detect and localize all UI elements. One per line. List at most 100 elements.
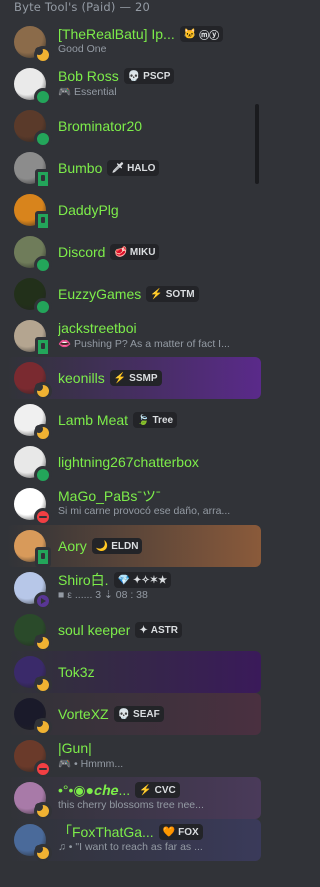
member-row[interactable]: •°•◉●𝒄𝒉𝒆... ⚡ CVC this cherry blossoms tree…	[7, 777, 261, 820]
member-name[interactable]: Bob Ross	[58, 68, 119, 84]
status-idle-icon	[34, 46, 52, 64]
avatar[interactable]	[14, 110, 52, 148]
member-activity-status: 🎮 • Hmmm...	[58, 758, 124, 770]
guild-tag-label: ✦✧✶★	[133, 574, 168, 586]
guild-tag-label: SSMP	[129, 372, 158, 384]
member-row[interactable]: Bumbo 🗡 HALO	[7, 147, 261, 189]
guild-tag-badge[interactable]: ✦ ASTR	[135, 622, 183, 638]
avatar[interactable]	[14, 362, 52, 400]
member-list: [TheRealBatu] Ip... 🐱 ⓜⓨ Good One Bob Ross 💀 P…	[0, 21, 261, 862]
member-name[interactable]: Tok3z	[58, 664, 95, 680]
avatar[interactable]	[14, 698, 52, 736]
member-row[interactable]: Lamb Meat 🍃 Tree	[7, 399, 261, 442]
member-row[interactable]: Aory 🌙 ELDN	[7, 525, 261, 567]
member-name[interactable]: DaddyPlg	[58, 202, 119, 218]
member-name[interactable]: soul keeper	[58, 622, 130, 638]
avatar[interactable]	[14, 824, 52, 862]
avatar[interactable]	[14, 194, 51, 231]
member-name[interactable]: Brominator20	[58, 118, 142, 134]
member-row[interactable]: Discord 🥩 MIKU	[7, 231, 261, 274]
member-row[interactable]: VorteXZ 💀 SEAF	[7, 693, 261, 736]
member-name[interactable]: keonills	[58, 370, 105, 386]
guild-tag-badge[interactable]: 💎 ✦✧✶★	[113, 572, 172, 588]
member-name[interactable]: Bumbo	[58, 160, 102, 176]
avatar[interactable]	[14, 488, 52, 526]
member-name[interactable]: •°•◉●𝒄𝒉𝒆...	[58, 782, 130, 799]
member-name[interactable]: lightning267chatterbox	[58, 454, 199, 470]
member-activity-status: ♫ • "I want to reach as far as ...	[58, 841, 203, 853]
avatar[interactable]	[14, 782, 52, 820]
member-name[interactable]: 「FoxThatGa...	[58, 822, 154, 842]
avatar[interactable]	[14, 572, 52, 610]
member-name[interactable]: EuzzyGames	[58, 286, 141, 302]
status-dnd-icon	[34, 760, 52, 778]
guild-tag-badge[interactable]: 💀 SEAF	[113, 706, 164, 722]
avatar[interactable]	[14, 530, 51, 567]
member-name[interactable]: Lamb Meat	[58, 412, 128, 428]
member-row[interactable]: Bob Ross 💀 PSCP 🎮 Essential	[7, 63, 261, 106]
status-idle-icon	[34, 676, 52, 694]
member-row[interactable]: 「FoxThatGa... 🧡 FOX ♫ • "I want to reach as…	[7, 819, 261, 862]
member-activity-status: ■ ε ...... 3 ⇣ 08 : 38	[58, 589, 148, 601]
member-activity-status: 🎮 Essential	[58, 86, 117, 98]
avatar[interactable]	[14, 404, 52, 442]
member-row[interactable]: EuzzyGames ⚡ SOTM	[7, 273, 261, 316]
skull-icon: 💀	[117, 708, 131, 720]
guild-tag-label: HALO	[127, 162, 156, 174]
member-row[interactable]: jackstreetboi 👄 Pushing P? As a matter of…	[7, 315, 261, 357]
guild-tag-badge[interactable]: 🥩 MIKU	[110, 244, 160, 260]
avatar[interactable]	[14, 152, 51, 189]
avatar[interactable]	[14, 614, 52, 652]
avatar[interactable]	[14, 740, 52, 778]
member-row[interactable]: DaddyPlg	[7, 189, 261, 231]
member-name[interactable]: |Gun|	[58, 740, 92, 756]
member-row[interactable]: keonills ⚡ SSMP	[7, 357, 261, 400]
member-name[interactable]: VorteXZ	[58, 706, 109, 722]
status-idle-icon	[34, 802, 52, 820]
avatar[interactable]	[14, 68, 52, 106]
guild-tag-label: Tree	[152, 414, 174, 426]
guild-tag-label: CVC	[154, 784, 176, 796]
avatar[interactable]	[14, 26, 52, 64]
guild-tag-badge[interactable]: 🗡 HALO	[107, 160, 160, 176]
avatar[interactable]	[14, 656, 52, 694]
guild-tag-badge[interactable]: 🍃 Tree	[133, 412, 178, 428]
member-row[interactable]: MaGo_PaBsˉツˉ Si mi carne provocó ese daño…	[7, 483, 261, 526]
guild-tag-badge[interactable]: 💀 PSCP	[123, 68, 175, 84]
guild-tag-label: PSCP	[143, 70, 171, 82]
member-name[interactable]: jackstreetboi	[58, 320, 137, 336]
member-row[interactable]: |Gun| 🎮 • Hmmm...	[7, 735, 261, 778]
avatar[interactable]	[14, 446, 52, 484]
member-row[interactable]: soul keeper ✦ ASTR	[7, 609, 261, 652]
member-row[interactable]: lightning267chatterbox	[7, 441, 261, 484]
status-idle-icon	[34, 424, 52, 442]
member-name[interactable]: Discord	[58, 244, 105, 260]
ham-icon: 🥩	[114, 246, 127, 258]
member-row[interactable]: [TheRealBatu] Ip... 🐱 ⓜⓨ Good One	[7, 21, 261, 64]
guild-tag-badge[interactable]: 🐱 ⓜⓨ	[179, 26, 224, 42]
guild-tag-badge[interactable]: ⚡ SSMP	[109, 370, 162, 386]
avatar[interactable]	[14, 320, 51, 357]
status-mobile-icon	[35, 547, 51, 567]
member-row[interactable]: Brominator20	[7, 105, 261, 148]
avatar[interactable]	[14, 236, 52, 274]
guild-tag-badge[interactable]: ⚡ CVC	[135, 782, 180, 798]
member-name[interactable]: Aory	[58, 538, 87, 554]
member-name[interactable]: MaGo_PaBsˉツˉ	[58, 486, 161, 506]
member-row[interactable]: Shiro白. 💎 ✦✧✶★ ■ ε ...... 3 ⇣ 08 : 38	[7, 567, 261, 610]
avatar[interactable]	[14, 278, 52, 316]
member-name[interactable]: Shiro白.	[58, 570, 109, 590]
skull-icon: 💀	[127, 70, 141, 82]
guild-tag-badge[interactable]: ⚡ SOTM	[146, 286, 199, 302]
status-idle-icon	[34, 382, 52, 400]
guild-tag-badge[interactable]: 🧡 FOX	[158, 824, 203, 840]
moon-icon: 🌙	[95, 540, 109, 552]
member-row[interactable]: Tok3z	[7, 651, 261, 694]
member-name[interactable]: [TheRealBatu] Ip...	[58, 26, 175, 42]
heart-icon: 🧡	[162, 826, 176, 838]
guild-tag-label: FOX	[178, 826, 199, 838]
guild-tag-label: ELDN	[111, 540, 139, 552]
guild-tag-badge[interactable]: 🌙 ELDN	[91, 538, 143, 554]
guild-tag-label: ASTR	[150, 624, 179, 636]
cat-icon: 🐱	[183, 28, 197, 40]
